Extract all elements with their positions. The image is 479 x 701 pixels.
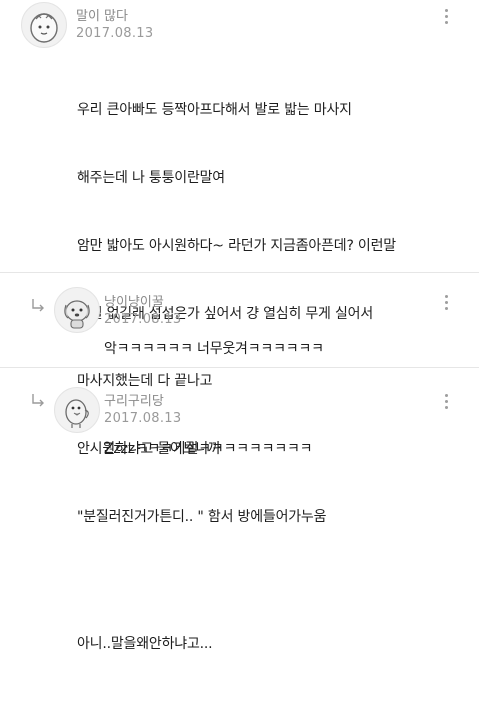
more-vertical-icon[interactable] [437,390,455,412]
reply-body: Zzzzㅋㅋㅋ기절ㅋㅋㅋㅋㅋㅋㅋㅋㅋ [104,441,313,457]
comment-item: 말이 많다 2017.08.13 우리 큰아빠도 등짝아프다해서 발로 밟는 마… [0,0,479,652]
comment-date: 2017.08.13 [76,26,154,41]
reply-arrow-icon [32,394,44,407]
comment-line: 해주는데 나 퉁퉁이란말여 [77,169,225,186]
dog-character-icon [64,300,90,329]
comment-line: 우리 큰아빠도 등짝아프다해서 발로 밟는 마사지 [77,102,352,119]
comment-line: 암만 밟아도 아시원하다~ 라던가 지금좀아픈데? 이런말 [77,237,396,254]
comment-line-blank [77,574,396,588]
comment-line: "분질러진거가튼디.. " 함서 방에들어가누움 [77,508,327,525]
avatar[interactable] [54,287,100,333]
reply-arrow-icon [32,299,44,312]
reply-item: 구리구리당 2017.08.13 Zzzzㅋㅋㅋ기절ㅋㅋㅋㅋㅋㅋㅋㅋㅋ [0,367,479,480]
comment-line: 아니..말을왜안하냐고... [77,635,213,652]
comment-author[interactable]: 냥이냥이꿀 [104,291,164,310]
comment-author[interactable]: 구리구리당 [104,390,164,409]
avatar[interactable] [54,387,100,433]
reply-item: 냥이냥이꿀 2017.08.13 악ㅋㅋㅋㅋㅋㅋ 너무웃겨ㅋㅋㅋㅋㅋㅋ [0,272,479,367]
comment-date: 2017.08.13 [104,411,182,426]
egg-character-icon [30,13,58,43]
more-vertical-icon[interactable] [437,291,455,313]
comment-author[interactable]: 말이 많다 [76,5,128,24]
more-vertical-icon[interactable] [437,5,455,27]
comment-date: 2017.08.13 [104,312,182,327]
avatar[interactable] [21,2,67,48]
bird-character-icon [65,399,89,428]
reply-body: 악ㅋㅋㅋㅋㅋㅋ 너무웃겨ㅋㅋㅋㅋㅋㅋ [104,341,324,357]
